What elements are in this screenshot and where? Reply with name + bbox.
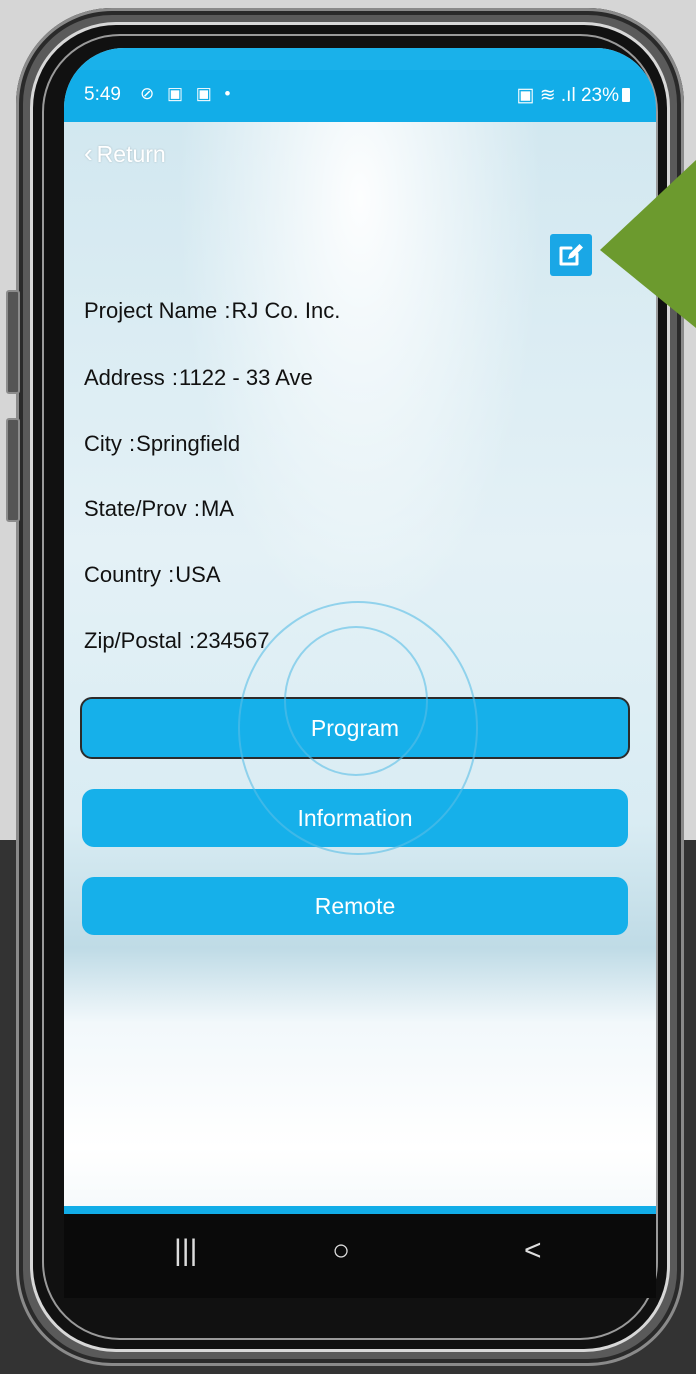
field-project-name: Project Name :RJ Co. Inc.	[84, 298, 340, 324]
information-button-label: Information	[297, 804, 413, 831]
remote-button[interactable]: Remote	[82, 877, 628, 935]
information-button[interactable]: Information	[82, 789, 628, 847]
field-label: Country	[84, 562, 162, 587]
edit-button[interactable]	[550, 234, 592, 276]
status-time: 5:49	[84, 84, 121, 105]
callout-arrow-icon	[600, 160, 696, 328]
field-state-prov: State/Prov :MA	[84, 496, 234, 522]
field-value: USA	[175, 562, 221, 587]
field-separator: :	[171, 365, 178, 390]
screen-top-strip	[64, 48, 656, 70]
return-button[interactable]: ‹ Return	[84, 138, 166, 169]
system-status-icons: ▣ ≋ .ıl 23%	[516, 84, 630, 107]
field-separator: :	[224, 298, 231, 323]
field-value: RJ Co. Inc.	[231, 298, 341, 323]
field-label: Project Name	[84, 298, 218, 323]
return-label: Return	[96, 141, 166, 167]
recents-icon[interactable]: |||	[174, 1234, 197, 1268]
field-separator: :	[193, 496, 200, 521]
field-label: Address	[84, 365, 165, 390]
remote-button-label: Remote	[314, 892, 396, 919]
wifi-signal-icon: ▣ ≋ .ıl	[516, 85, 576, 106]
battery-icon	[622, 88, 630, 102]
volume-button	[6, 290, 20, 394]
field-label: Zip/Postal	[84, 628, 182, 653]
field-zip-postal: Zip/Postal :234567	[84, 628, 270, 654]
program-button[interactable]: Program	[80, 697, 630, 759]
field-city: City :Springfield	[84, 431, 240, 457]
field-value: MA	[200, 496, 234, 521]
field-country: Country :USA	[84, 562, 221, 588]
program-button-label: Program	[310, 714, 400, 741]
notification-icons: ⊘ ▣ ▣ •	[140, 84, 235, 103]
battery-percent: 23%	[580, 85, 619, 106]
field-label: State/Prov	[84, 496, 187, 521]
power-button	[6, 418, 20, 522]
field-separator: :	[129, 431, 136, 456]
back-icon[interactable]: <	[524, 1234, 542, 1268]
field-value: 234567	[196, 628, 270, 653]
system-nav-bar: ||| ○ <	[64, 1214, 656, 1298]
field-label: City	[84, 431, 122, 456]
field-value: Springfield	[136, 431, 241, 456]
home-icon[interactable]: ○	[332, 1234, 350, 1268]
field-separator: :	[168, 562, 175, 587]
chevron-left-icon: ‹	[84, 138, 93, 168]
edit-icon	[559, 244, 583, 266]
nav-bar-divider	[64, 1206, 656, 1214]
app-screen: 5:49 ⊘ ▣ ▣ • ▣ ≋ .ıl 23% ‹ Return Project…	[64, 48, 656, 1298]
field-separator: :	[188, 628, 196, 653]
field-value: 1122 - 33 Ave	[178, 365, 313, 390]
status-bar: 5:49 ⊘ ▣ ▣ • ▣ ≋ .ıl 23%	[64, 70, 656, 122]
field-address: Address :1122 - 33 Ave	[84, 365, 313, 391]
